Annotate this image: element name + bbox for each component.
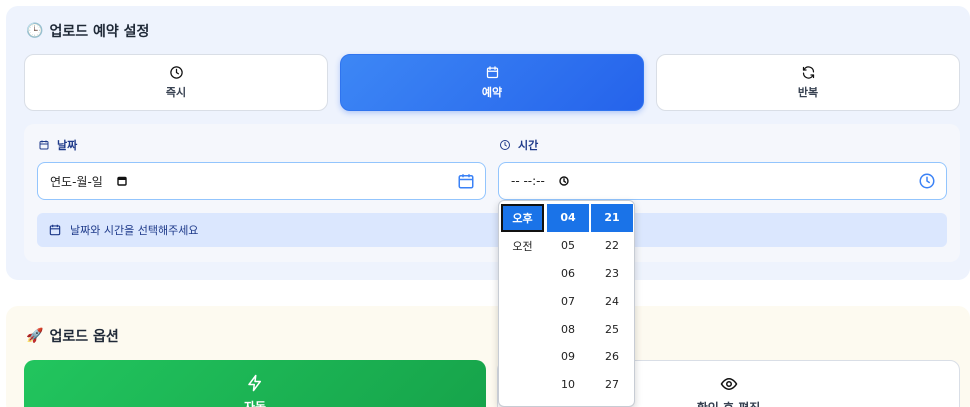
- minute-option[interactable]: 23: [591, 260, 633, 288]
- auto-upload-button[interactable]: 자동: [24, 360, 486, 407]
- hour-column[interactable]: 04 05 06 07 08 09 10: [547, 204, 589, 399]
- date-input-value: 연도-월-일: [50, 174, 103, 189]
- date-label: 날짜: [38, 137, 77, 153]
- ampm-option[interactable]: 오후: [501, 204, 544, 232]
- mode-repeat-label: 반복: [797, 86, 819, 99]
- calendar-small-icon[interactable]: [117, 176, 127, 186]
- clock-picker-icon[interactable]: [918, 172, 936, 190]
- hint-text: 날짜와 시간을 선택해주세요: [70, 224, 199, 237]
- minute-option[interactable]: 21: [591, 204, 633, 232]
- schedule-title: 🕒 업로드 예약 설정: [26, 21, 149, 41]
- hour-option[interactable]: 04: [547, 204, 589, 232]
- ampm-option[interactable]: 오전: [501, 232, 544, 260]
- minute-option[interactable]: 26: [591, 343, 633, 371]
- mode-scheduled-button[interactable]: 예약: [340, 54, 644, 111]
- hour-option[interactable]: 10: [547, 371, 589, 399]
- schedule-title-text: 업로드 예약 설정: [49, 24, 150, 40]
- minute-option[interactable]: 25: [591, 315, 633, 343]
- clock-emoji-icon: 🕒: [26, 23, 44, 39]
- rocket-emoji-icon: 🚀: [26, 328, 44, 344]
- refresh-icon: [802, 66, 814, 79]
- clock-icon: [169, 66, 183, 79]
- minute-option[interactable]: 22: [591, 232, 633, 260]
- time-label-text: 시간: [518, 139, 539, 152]
- time-input[interactable]: -- --:--: [498, 162, 947, 200]
- minute-column[interactable]: 21 22 23 24 25 26 27: [591, 204, 633, 399]
- options-title: 🚀 업로드 옵션: [26, 326, 119, 346]
- hour-option[interactable]: 09: [547, 343, 589, 371]
- mode-immediate-button[interactable]: 즉시: [24, 54, 328, 111]
- hint-message: 날짜와 시간을 선택해주세요: [37, 213, 947, 247]
- review-edit-label: 확인 후 편집: [697, 399, 761, 407]
- calendar-icon: [49, 224, 61, 236]
- hour-option[interactable]: 07: [547, 287, 589, 315]
- time-picker-dropdown[interactable]: 오후 오전 04 05 06 07 08 09 10 21 22 23 24 2…: [498, 200, 635, 407]
- minute-option[interactable]: 27: [591, 371, 633, 399]
- mode-scheduled-label: 예약: [481, 86, 503, 99]
- auto-upload-label: 자동: [243, 400, 267, 407]
- time-label: 시간: [499, 137, 538, 153]
- clock-small-icon[interactable]: [559, 176, 569, 186]
- date-input[interactable]: 연도-월-일: [37, 162, 486, 200]
- hour-option[interactable]: 08: [547, 315, 589, 343]
- eye-icon: [720, 377, 737, 391]
- hour-option[interactable]: 05: [547, 232, 589, 260]
- mode-immediate-label: 즉시: [165, 86, 187, 99]
- minute-option[interactable]: 24: [591, 287, 633, 315]
- ampm-column[interactable]: 오후 오전: [501, 204, 544, 260]
- options-title-text: 업로드 옵션: [49, 329, 119, 345]
- mode-repeat-button[interactable]: 반복: [656, 54, 960, 111]
- hour-option[interactable]: 06: [547, 260, 589, 288]
- time-input-value: -- --:--: [511, 174, 545, 188]
- clock-icon: [500, 140, 510, 150]
- calendar-icon: [486, 66, 498, 79]
- calendar-picker-icon[interactable]: [457, 172, 475, 190]
- lightning-icon: [248, 374, 261, 392]
- date-label-text: 날짜: [57, 139, 78, 152]
- calendar-icon: [39, 140, 49, 150]
